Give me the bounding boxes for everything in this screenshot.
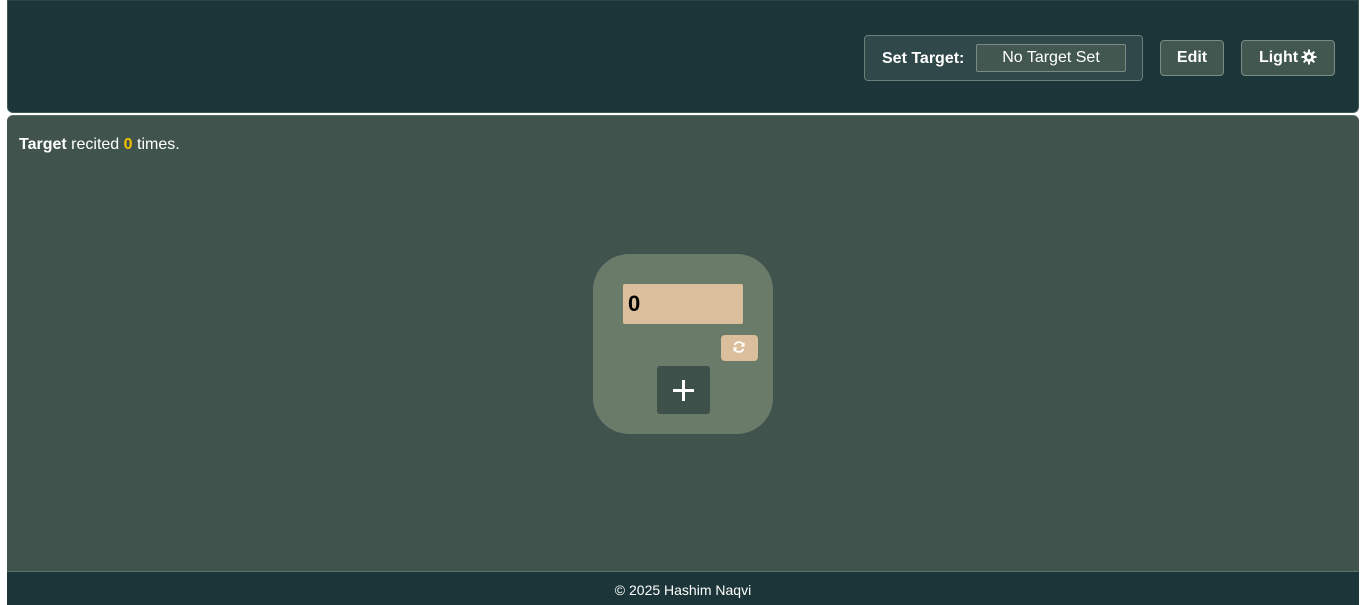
increment-button[interactable] bbox=[657, 366, 710, 414]
set-target-label: Set Target: bbox=[882, 50, 965, 67]
app-page: Set Target: No Target Set Edit Light Tar… bbox=[0, 0, 1366, 605]
footer: © 2025 Hashim Naqvi bbox=[7, 571, 1359, 605]
header-bar: Set Target: No Target Set Edit Light bbox=[7, 0, 1359, 113]
edit-button[interactable]: Edit bbox=[1160, 40, 1224, 76]
reset-button[interactable] bbox=[721, 335, 758, 361]
plus-icon bbox=[673, 380, 694, 401]
target-word: Target bbox=[19, 136, 67, 153]
counter-card: 0 bbox=[593, 254, 773, 434]
recited-status: Target recited 0 times. bbox=[19, 136, 180, 154]
recited-word: recited bbox=[71, 136, 120, 153]
counter-display: 0 bbox=[623, 284, 743, 324]
copyright-text: © 2025 Hashim Naqvi bbox=[614, 582, 752, 598]
theme-toggle-label: Light bbox=[1258, 49, 1299, 66]
gear-icon bbox=[1301, 44, 1317, 78]
times-word: times. bbox=[137, 136, 180, 153]
recited-count: 0 bbox=[123, 136, 133, 153]
theme-toggle-button[interactable]: Light bbox=[1241, 40, 1335, 76]
target-select[interactable]: No Target Set bbox=[976, 44, 1126, 72]
refresh-icon bbox=[733, 341, 745, 353]
set-target-panel: Set Target: No Target Set bbox=[864, 35, 1143, 81]
main-panel: Target recited 0 times. 0 bbox=[7, 115, 1359, 571]
